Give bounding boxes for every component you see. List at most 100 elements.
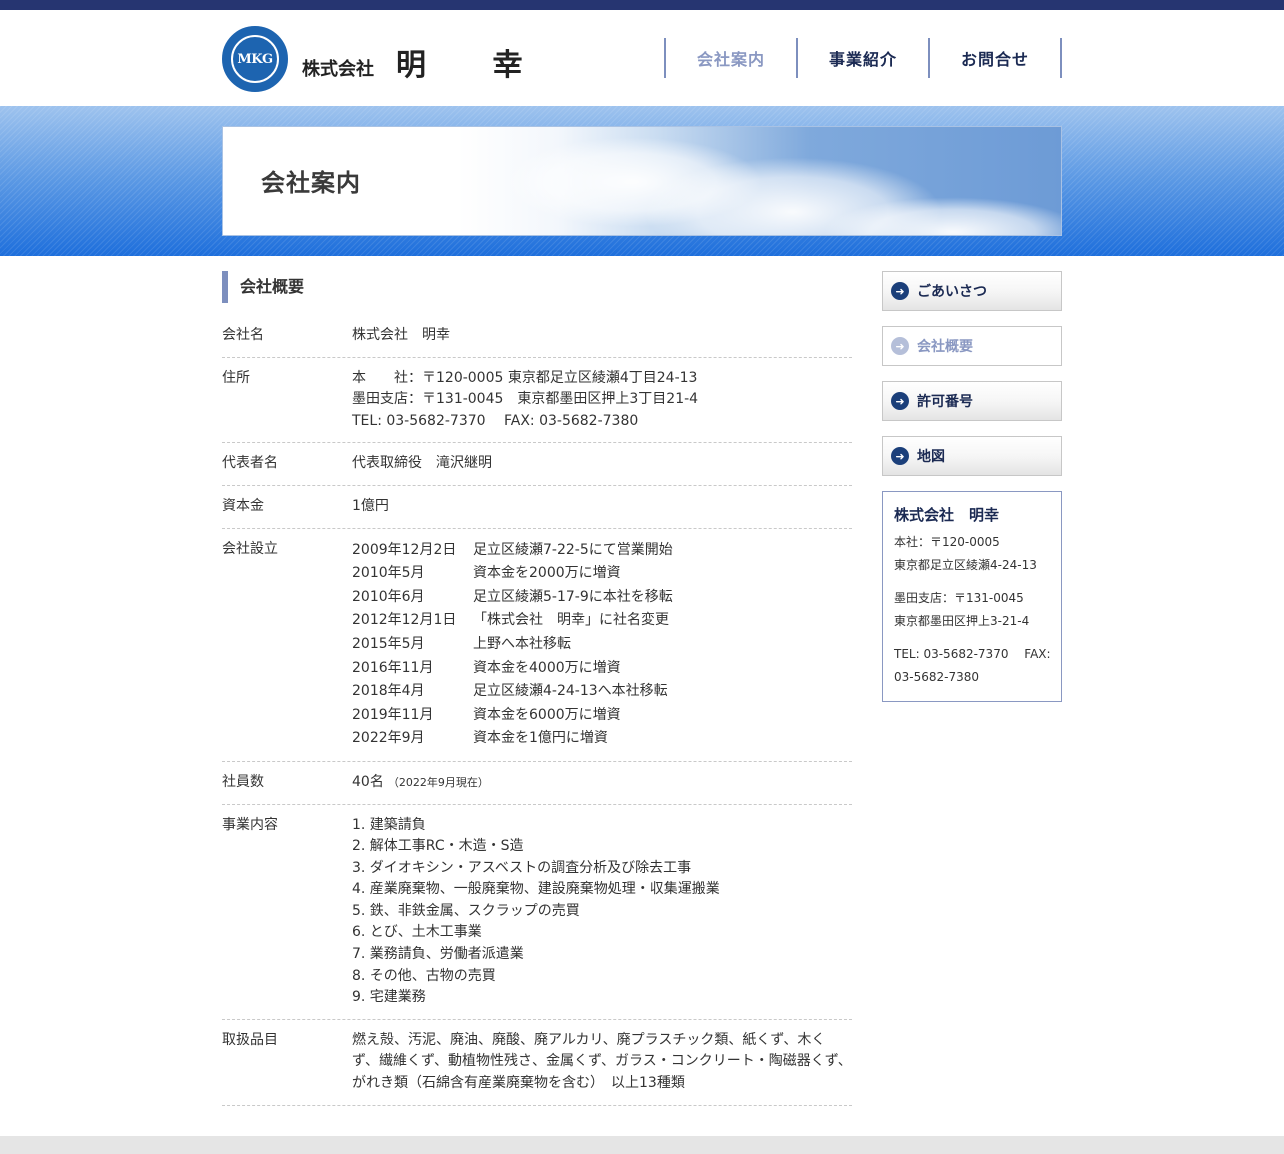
company-logo-emblem[interactable]: MKG [222,26,288,92]
history-date: 2010年5月 [352,565,425,582]
nav-contact[interactable]: お問合せ [930,38,1062,78]
table-row-address: 住所 本 社：〒120-0005 東京都足立区綾瀬4丁目24-13 墨田支店：〒… [222,358,852,444]
arrow-right-icon: ➜ [891,337,909,355]
page-title: 会社案内 [261,169,361,197]
row-label: 住所 [222,369,250,386]
info-title: 株式会社 明幸 [894,506,1000,524]
company-profile-table: 会社名 株式会社 明幸 住所 本 社：〒120-0005 東京都足立区綾瀬4丁目… [222,315,852,1106]
history-event: 足立区綾瀬5-17-9に本社を移転 [473,588,673,605]
row-label: 取扱品目 [222,1031,278,1048]
sidebar-item-license[interactable]: ➜ 許可番号 [882,381,1062,421]
history-date: 2016年11月 [352,659,434,676]
list-item: 2012年12月1日 「株式会社 明幸」に社名変更 [352,609,852,633]
sidebar: ➜ ごあいさつ ➜ 会社概要 ➜ 許可番号 ➜ 地図 株式会社 明幸 本社：〒1… [882,271,1062,702]
history-date: 2022年9月 [352,730,425,747]
row-value: 代表取締役 滝沢継明 [352,455,492,472]
history-date: 2015年5月 [352,635,425,652]
employee-count-note: （2022年9月現在） [387,775,489,789]
row-label: 事業内容 [222,816,278,833]
footer-bar [0,1136,1284,1154]
history-event: 足立区綾瀬4-24-13へ本社移転 [473,683,668,700]
list-item: 5. 鉄、非鉄金属、スクラップの売買 [352,902,580,919]
info-branch-postal: 墨田支店：〒131-0045 [894,591,1024,605]
address-contact: TEL: 03-5682-7370 FAX: 03-5682-7380 [352,412,639,429]
company-info-box: 株式会社 明幸 本社：〒120-0005 東京都足立区綾瀬4-24-13 墨田支… [882,491,1062,702]
history-event: 資本金を1億円に増資 [473,730,608,747]
table-row-business: 事業内容 1. 建築請負 2. 解体工事RC・木造・S造 3. ダイオキシン・ア… [222,805,852,1020]
logo-prefix: 株式会社 [302,59,374,80]
history-event: 「株式会社 明幸」に社名変更 [473,612,669,629]
info-branch-address: 東京都墨田区押上3-21-4 [894,614,1030,628]
table-row-employees: 社員数 40名 （2022年9月現在） [222,762,852,805]
history-event: 資本金を2000万に増資 [473,565,621,582]
history-date: 2018年4月 [352,683,425,700]
info-head-office: 本社：〒120-0005 東京都足立区綾瀬4-24-13 [894,531,1051,577]
list-item: 4. 産業廃棄物、一般廃棄物、建設廃棄物処理・収集運搬業 [352,881,720,898]
employee-count: 40名 [352,773,384,790]
row-value: 本 社：〒120-0005 東京都足立区綾瀬4丁目24-13 墨田支店：〒131… [352,368,852,433]
logo-mark-text: MKG [231,35,279,83]
row-value: 株式会社 明幸 [352,327,450,343]
list-item: 3. ダイオキシン・アスベストの調査分析及び除去工事 [352,859,692,876]
list-item: 8. その他、古物の売買 [352,967,496,984]
history-event: 資本金を4000万に増資 [473,659,621,676]
info-branch: 墨田支店：〒131-0045 東京都墨田区押上3-21-4 [894,587,1051,633]
history-event: 上野へ本社移転 [473,635,571,652]
list-item: 2016年11月 資本金を4000万に増資 [352,657,852,681]
list-item: 2010年5月 資本金を2000万に増資 [352,562,852,586]
sidebar-item-greeting[interactable]: ➜ ごあいさつ [882,271,1062,311]
main-column: 会社概要 会社名 株式会社 明幸 住所 本 社：〒120-0005 東京都足立区… [222,271,852,1106]
info-contact: TEL: 03-5682-7370 FAX: 03-5682-7380 [894,647,1051,684]
history-date: 2019年11月 [352,706,434,723]
hero-banner: 会社案内 [0,106,1284,256]
address-branch: 墨田支店：〒131-0045 東京都墨田区押上3丁目21-4 [352,391,699,408]
sidebar-item-label: 地図 [917,449,945,465]
list-item: 2010年6月 足立区綾瀬5-17-9に本社を移転 [352,586,852,610]
table-row-capital: 資本金 1億円 [222,486,852,529]
list-item: 2018年4月 足立区綾瀬4-24-13へ本社移転 [352,680,852,704]
logo-name: 明 幸 [396,48,551,83]
history-event: 資本金を6000万に増資 [473,706,621,723]
nav-company-info[interactable]: 会社案内 [666,38,798,78]
list-item: 9. 宅建業務 [352,989,426,1006]
address-head-office: 本 社：〒120-0005 東京都足立区綾瀬4丁目24-13 [352,369,698,386]
history-date: 2009年12月2日 [352,541,457,558]
row-label: 代表者名 [222,455,278,472]
row-label: 資本金 [222,497,264,514]
global-nav: 会社案内 事業紹介 お問合せ [664,38,1062,78]
history-date: 2010年6月 [352,588,425,605]
list-item: 2015年5月 上野へ本社移転 [352,633,852,657]
list-item: 6. とび、土木工事業 [352,924,482,941]
row-value: 1億円 [352,497,389,514]
list-item: 7. 業務請負、労働者派遣業 [352,946,524,963]
sidebar-item-label: ごあいさつ [917,284,987,300]
table-row-company-name: 会社名 株式会社 明幸 [222,315,852,358]
top-bar [0,0,1284,10]
site-header: MKG 株式会社 明 幸 会社案内 事業紹介 お問合せ [222,10,1062,106]
content-area: 会社概要 会社名 株式会社 明幸 住所 本 社：〒120-0005 東京都足立区… [222,256,1062,1116]
sidebar-item-company-overview[interactable]: ➜ 会社概要 [882,326,1062,366]
table-row-representative: 代表者名 代表取締役 滝沢継明 [222,443,852,486]
hero-box: 会社案内 [222,126,1062,236]
history-date: 2012年12月1日 [352,612,457,629]
history-event: 足立区綾瀬7-22-5にて営業開始 [473,541,673,558]
section-heading: 会社概要 [222,271,852,303]
company-logo-text[interactable]: 株式会社 明 幸 [302,40,550,84]
business-list: 1. 建築請負 2. 解体工事RC・木造・S造 3. ダイオキシン・アスベストの… [352,815,852,1009]
row-label: 会社設立 [222,540,278,557]
info-head-office-postal: 本社：〒120-0005 [894,535,1000,549]
info-head-office-address: 東京都足立区綾瀬4-24-13 [894,558,1037,572]
row-label: 会社名 [222,327,264,343]
arrow-right-icon: ➜ [891,447,909,465]
list-item: 2022年9月 資本金を1億円に増資 [352,727,852,751]
row-value: 40名 （2022年9月現在） [352,772,852,794]
history-list: 2009年12月2日 足立区綾瀬7-22-5にて営業開始 2010年5月 資本金を2… [352,539,852,751]
row-label: 社員数 [222,773,264,790]
nav-business[interactable]: 事業紹介 [798,38,930,78]
table-row-history: 会社設立 2009年12月2日 足立区綾瀬7-22-5にて営業開始 2010年5月… [222,529,852,762]
sidebar-item-map[interactable]: ➜ 地図 [882,436,1062,476]
row-value: 燃え殻、汚泥、廃油、廃酸、廃アルカリ、廃プラスチック類、紙くず、木くず、繊維くず… [352,1031,852,1092]
arrow-right-icon: ➜ [891,282,909,300]
sidebar-item-label: 許可番号 [917,394,973,410]
list-item: 1. 建築請負 [352,816,426,833]
